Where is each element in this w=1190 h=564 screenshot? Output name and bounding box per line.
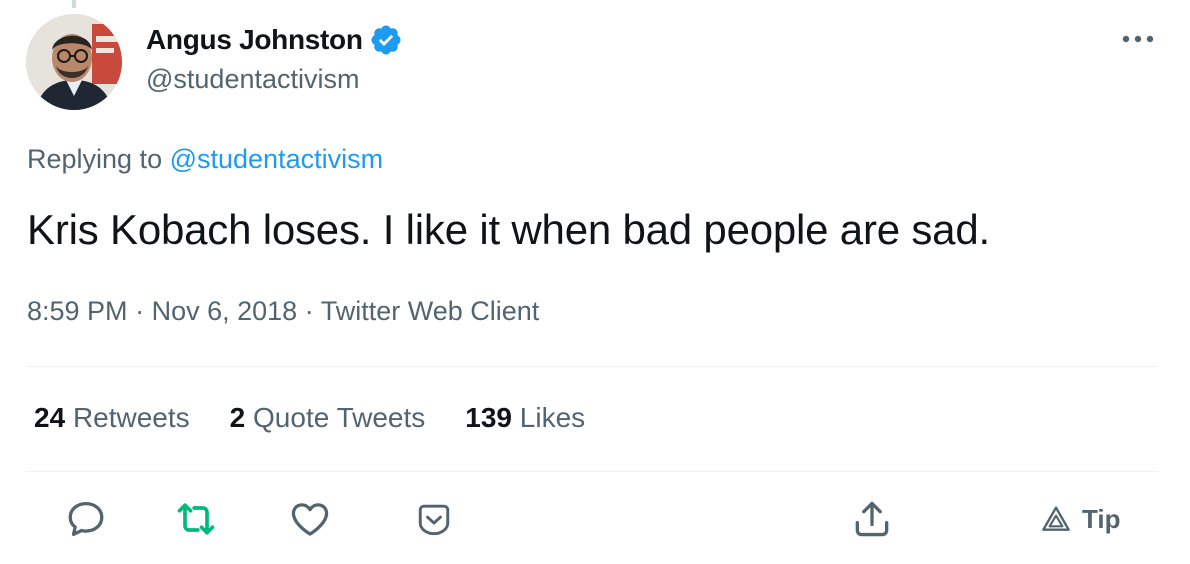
tweet-client[interactable]: Twitter Web Client [321, 296, 540, 326]
author-name-row: Angus Johnston [146, 22, 403, 58]
replying-to-handle-link[interactable]: @studentactivism [170, 144, 383, 174]
quote-tweets-label: Quote Tweets [253, 402, 426, 433]
share-button[interactable] [850, 496, 894, 542]
author-display-name[interactable]: Angus Johnston [146, 24, 363, 56]
tweet-text: Kris Kobach loses. I like it when bad pe… [27, 206, 990, 253]
reply-icon [68, 501, 104, 537]
heart-icon [291, 503, 329, 536]
replying-to-line: Replying to @studentactivism [27, 144, 383, 175]
like-button[interactable] [288, 496, 332, 542]
likes-label: Likes [519, 402, 586, 433]
bookmark-icon [418, 504, 450, 536]
retweets-stat[interactable]: 24 Retweets [34, 402, 190, 434]
tweet-date[interactable]: Nov 6, 2018 [152, 296, 298, 326]
likes-stat[interactable]: 139 Likes [465, 402, 585, 434]
replying-to-prefix: Replying to [27, 144, 170, 174]
likes-count: 139 [465, 402, 512, 433]
engagement-stats: 24 Retweets 2 Quote Tweets 139 Likes [34, 402, 585, 434]
author-handle[interactable]: @studentactivism [146, 64, 359, 95]
meta-separator: · [135, 296, 145, 326]
divider-bottom [26, 471, 1158, 472]
verified-badge-icon [371, 25, 401, 55]
tip-icon [1042, 506, 1070, 531]
tweet-metadata: 8:59 PM · Nov 6, 2018 · Twitter Web Clie… [27, 296, 539, 327]
tweet-time[interactable]: 8:59 PM [27, 296, 128, 326]
quote-tweets-count: 2 [229, 402, 246, 433]
retweet-button[interactable] [174, 496, 218, 542]
quote-tweets-stat[interactable]: 2 Quote Tweets [230, 402, 426, 434]
tip-label: Tip [1082, 503, 1121, 534]
meta-separator: · [304, 296, 314, 326]
more-icon [1122, 35, 1154, 43]
tip-button[interactable]: Tip [1040, 496, 1121, 542]
thread-connector-line [72, 0, 76, 8]
avatar[interactable] [26, 14, 122, 110]
retweets-label: Retweets [72, 402, 190, 433]
avatar-image [26, 14, 122, 110]
action-bar: Tip [0, 496, 1190, 546]
retweets-count: 24 [34, 402, 66, 433]
share-icon [855, 501, 889, 537]
more-options-button[interactable] [1118, 26, 1158, 52]
bookmark-button[interactable] [412, 496, 456, 542]
divider-top [26, 366, 1158, 367]
reply-button[interactable] [64, 496, 108, 542]
retweet-icon [177, 503, 215, 535]
